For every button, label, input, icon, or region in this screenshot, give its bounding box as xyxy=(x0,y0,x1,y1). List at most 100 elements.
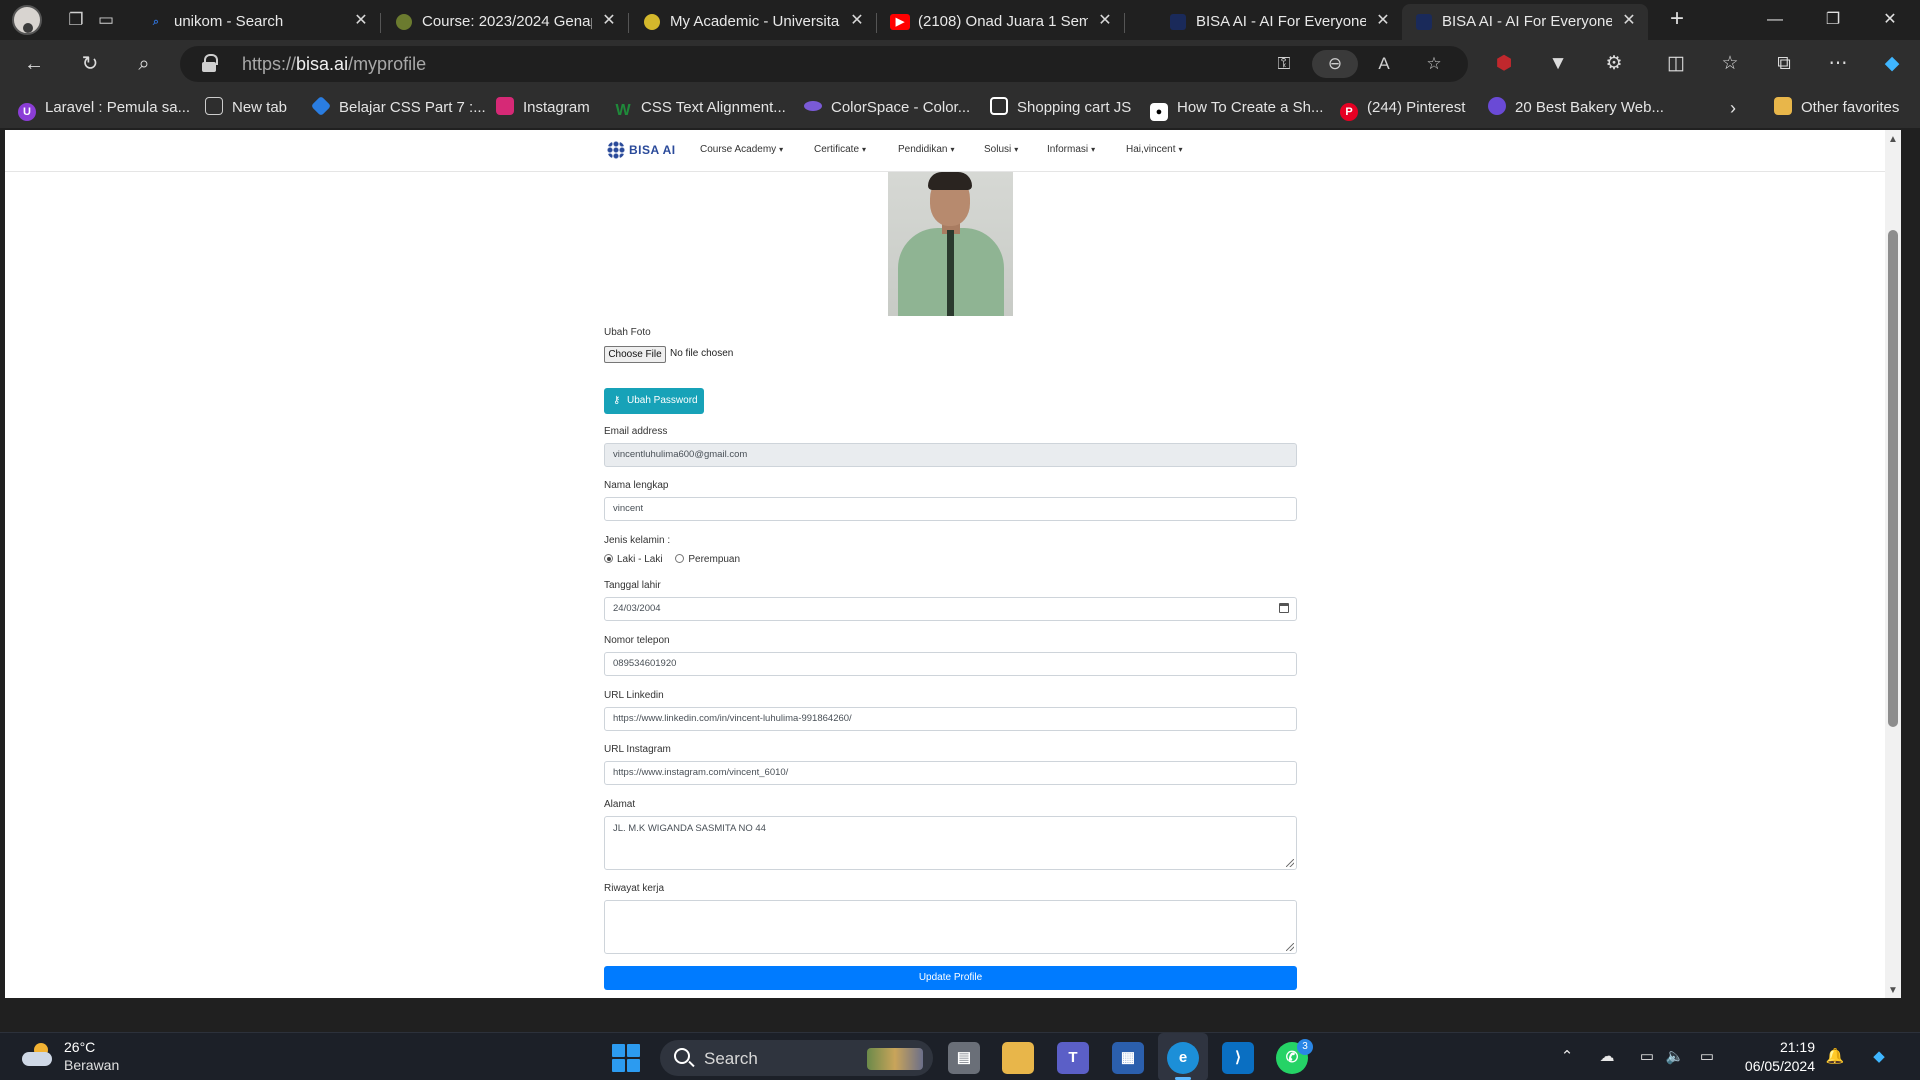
address-bar[interactable]: https://bisa.ai/myprofile ⚿ ⊖ A ☆ xyxy=(180,46,1468,82)
nav-user-menu[interactable]: Hai,vincent ▾ xyxy=(1126,144,1182,155)
close-icon[interactable]: ✕ xyxy=(848,12,866,30)
search-highlight-image xyxy=(867,1048,923,1070)
split-screen-icon[interactable]: ◫ xyxy=(1660,48,1692,80)
vue-devtools-icon[interactable]: ▼ xyxy=(1542,48,1574,80)
tab-course[interactable]: Course: 2023/2024 Genap ✕ xyxy=(382,4,629,40)
favorite-star-icon[interactable]: ☆ xyxy=(1420,50,1448,78)
nama-label: Nama lengkap xyxy=(604,480,669,491)
favorite-item[interactable]: ● How To Create a Sh... xyxy=(1150,97,1323,121)
tab-my-academic[interactable]: My Academic - Universitas ✕ xyxy=(630,4,877,40)
tanggal-lahir-field[interactable]: 24/03/2004 xyxy=(604,597,1297,621)
restore-button[interactable]: ❐ xyxy=(1813,4,1853,36)
favorite-item[interactable]: 20 Best Bakery Web... xyxy=(1488,97,1664,119)
teams-icon[interactable]: T xyxy=(1057,1042,1089,1074)
close-icon[interactable]: ✕ xyxy=(600,12,618,30)
vertical-tabs-icon[interactable]: ▭ xyxy=(92,6,120,34)
tab-youtube[interactable]: ▶ (2108) Onad Juara 1 Sem ✕ xyxy=(878,4,1125,40)
choose-file-button[interactable]: Choose File xyxy=(604,346,666,363)
favorite-item[interactable]: U Laravel : Pemula sa... xyxy=(18,97,190,121)
vscode-icon[interactable]: ⟩ xyxy=(1222,1042,1254,1074)
radio-laki-laki[interactable] xyxy=(604,554,613,563)
ubah-password-button[interactable]: ⚷ Ubah Password xyxy=(604,388,704,414)
weather-temperature[interactable]: 26°C xyxy=(64,1039,95,1055)
new-tab-icon xyxy=(205,97,223,115)
file-explorer-icon[interactable] xyxy=(1002,1042,1034,1074)
favorite-item[interactable]: P (244) Pinterest xyxy=(1340,97,1465,121)
scroll-down-arrow-icon[interactable]: ▼ xyxy=(1888,985,1898,996)
chevron-up-icon[interactable]: ⌃ xyxy=(1556,1046,1578,1068)
search-icon[interactable]: ⌕ xyxy=(128,48,160,80)
start-windows-icon[interactable] xyxy=(612,1044,640,1072)
onedrive-cloud-icon[interactable]: ☁ xyxy=(1596,1046,1618,1068)
site-logo[interactable]: BISA AI xyxy=(607,141,676,159)
close-icon[interactable]: ✕ xyxy=(1620,12,1638,30)
weather-cloudy-icon[interactable] xyxy=(20,1041,54,1071)
nav-informasi[interactable]: Informasi ▾ xyxy=(1047,144,1095,155)
collections-icon[interactable]: ⧉ xyxy=(1768,48,1800,80)
other-favorites[interactable]: Other favorites xyxy=(1774,97,1899,119)
chevron-right-icon[interactable]: › xyxy=(1730,97,1736,119)
zoom-out-icon[interactable]: ⊖ xyxy=(1312,50,1358,78)
lock-icon[interactable] xyxy=(202,54,218,72)
close-icon[interactable]: ✕ xyxy=(352,12,370,30)
extensions-icon[interactable]: ⚙ xyxy=(1598,48,1630,80)
network-icon[interactable]: ▭ xyxy=(1636,1046,1658,1068)
email-field[interactable]: vincentluhulima600@gmail.com xyxy=(604,443,1297,467)
favorite-item[interactable]: Shopping cart JS xyxy=(990,97,1131,119)
edge-browser-icon[interactable]: e xyxy=(1167,1042,1199,1074)
back-arrow-icon[interactable]: ← xyxy=(18,48,50,80)
workspaces-icon[interactable]: ❐ xyxy=(62,6,90,34)
read-aloud-icon[interactable]: A xyxy=(1370,50,1398,78)
nav-course-academy[interactable]: Course Academy ▾ xyxy=(700,144,783,155)
instagram-field[interactable]: https://www.instagram.com/vincent_6010/ xyxy=(604,761,1297,785)
clock-date[interactable]: 06/05/2024 xyxy=(1737,1058,1815,1074)
scrollbar-thumb[interactable] xyxy=(1888,230,1898,727)
resize-grip-icon[interactable] xyxy=(1286,943,1294,951)
radio-perempuan[interactable] xyxy=(675,554,685,563)
tab-title: unikom - Search xyxy=(174,13,284,30)
favorite-item[interactable]: New tab xyxy=(205,97,287,119)
nav-solusi[interactable]: Solusi ▾ xyxy=(984,144,1018,155)
alamat-textarea[interactable]: JL. M.K WIGANDA SASMITA NO 44 xyxy=(604,816,1297,870)
taskbar-search[interactable]: Search xyxy=(660,1040,933,1076)
close-icon[interactable]: ✕ xyxy=(1096,12,1114,30)
clock-time[interactable]: 21:19 xyxy=(1771,1039,1815,1055)
volume-icon[interactable]: 🔈 xyxy=(1664,1046,1686,1068)
favorite-item[interactable]: ColorSpace - Color... xyxy=(804,97,970,119)
key-icon[interactable]: ⚿ xyxy=(1270,50,1298,78)
copilot-icon[interactable]: ◆ xyxy=(1868,1046,1890,1068)
new-tab-button[interactable]: + xyxy=(1663,6,1691,34)
calendar-icon[interactable] xyxy=(1279,603,1289,613)
tab-bisa-ai-active[interactable]: BISA AI - AI For Everyone ✕ xyxy=(1402,4,1648,40)
microsoft-store-icon[interactable]: ▦ xyxy=(1112,1042,1144,1074)
scroll-up-arrow-icon[interactable]: ▲ xyxy=(1888,134,1898,145)
favorite-item[interactable]: Belajar CSS Part 7 :... xyxy=(310,95,486,119)
battery-icon[interactable]: ▭ xyxy=(1696,1046,1718,1068)
favorites-icon[interactable]: ☆ xyxy=(1714,48,1746,80)
ublock-icon[interactable]: ⬢ xyxy=(1488,48,1520,80)
tab-unikom-search[interactable]: ⌕ unikom - Search ✕ xyxy=(134,4,381,40)
linkedin-field[interactable]: https://www.linkedin.com/in/vincent-luhu… xyxy=(604,707,1297,731)
nav-pendidikan[interactable]: Pendidikan ▾ xyxy=(898,144,955,155)
favorite-item[interactable]: W CSS Text Alignment... xyxy=(614,97,785,119)
tab-bisa-ai[interactable]: BISA AI - AI For Everyone ✕ xyxy=(1156,4,1402,40)
minimize-button[interactable]: — xyxy=(1755,4,1795,36)
refresh-icon[interactable]: ↻ xyxy=(74,48,106,80)
task-view-icon[interactable]: ▤ xyxy=(948,1042,980,1074)
close-icon[interactable]: ✕ xyxy=(1374,12,1392,30)
notification-bell-icon[interactable]: 🔔 xyxy=(1824,1046,1846,1068)
more-menu-icon[interactable]: ⋯ xyxy=(1822,48,1854,80)
telepon-field[interactable]: 089534601920 xyxy=(604,652,1297,676)
nama-field[interactable]: vincent xyxy=(604,497,1297,521)
page-scrollbar[interactable]: ▲ ▼ xyxy=(1885,130,1901,998)
url-text[interactable]: https://bisa.ai/myprofile xyxy=(242,54,426,75)
nav-certificate[interactable]: Certificate ▾ xyxy=(814,144,866,155)
profile-avatar[interactable] xyxy=(12,5,42,35)
copilot-icon[interactable]: ◆ xyxy=(1876,48,1908,80)
riwayat-textarea[interactable] xyxy=(604,900,1297,954)
favorite-item[interactable]: Instagram xyxy=(496,97,590,119)
close-window-button[interactable]: ✕ xyxy=(1870,4,1910,36)
resize-grip-icon[interactable] xyxy=(1286,859,1294,867)
update-profile-button[interactable]: Update Profile xyxy=(604,966,1297,990)
weather-description[interactable]: Berawan xyxy=(64,1057,119,1073)
